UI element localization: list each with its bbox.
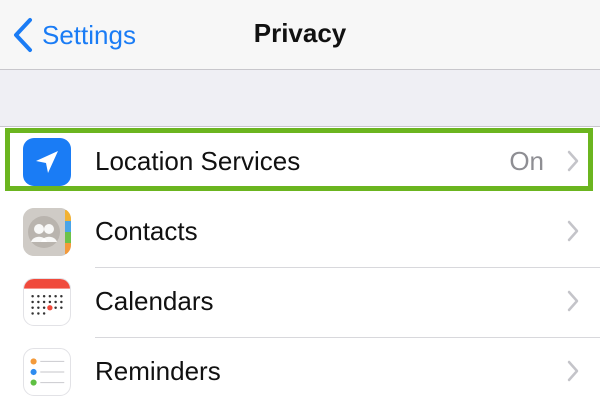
contacts-icon [23,208,71,256]
page-title: Privacy [253,18,347,48]
reminders-row[interactable]: Reminders [0,337,600,405]
privacy-list: Location Services On Contacts Calendars … [0,126,600,405]
calendar-icon [23,278,71,326]
reminders-icon [23,348,71,396]
calendars-row[interactable]: Calendars [0,267,600,337]
navigation-bar: Settings Privacy [0,0,600,70]
privacy-screen: Settings Privacy Location Services On Co… [0,0,600,405]
row-label: Reminders [95,356,221,386]
row-label: Calendars [95,286,214,316]
chevron-right-icon [567,360,579,382]
chevron-right-icon [567,220,579,242]
contacts-row[interactable]: Contacts [0,197,600,267]
location-services-row[interactable]: Location Services On [0,127,600,197]
row-value: On [509,146,544,176]
chevron-right-icon [567,290,579,312]
row-label: Contacts [95,216,198,246]
chevron-right-icon [567,150,579,172]
row-label: Location Services [95,146,301,176]
location-arrow-icon [23,138,71,186]
